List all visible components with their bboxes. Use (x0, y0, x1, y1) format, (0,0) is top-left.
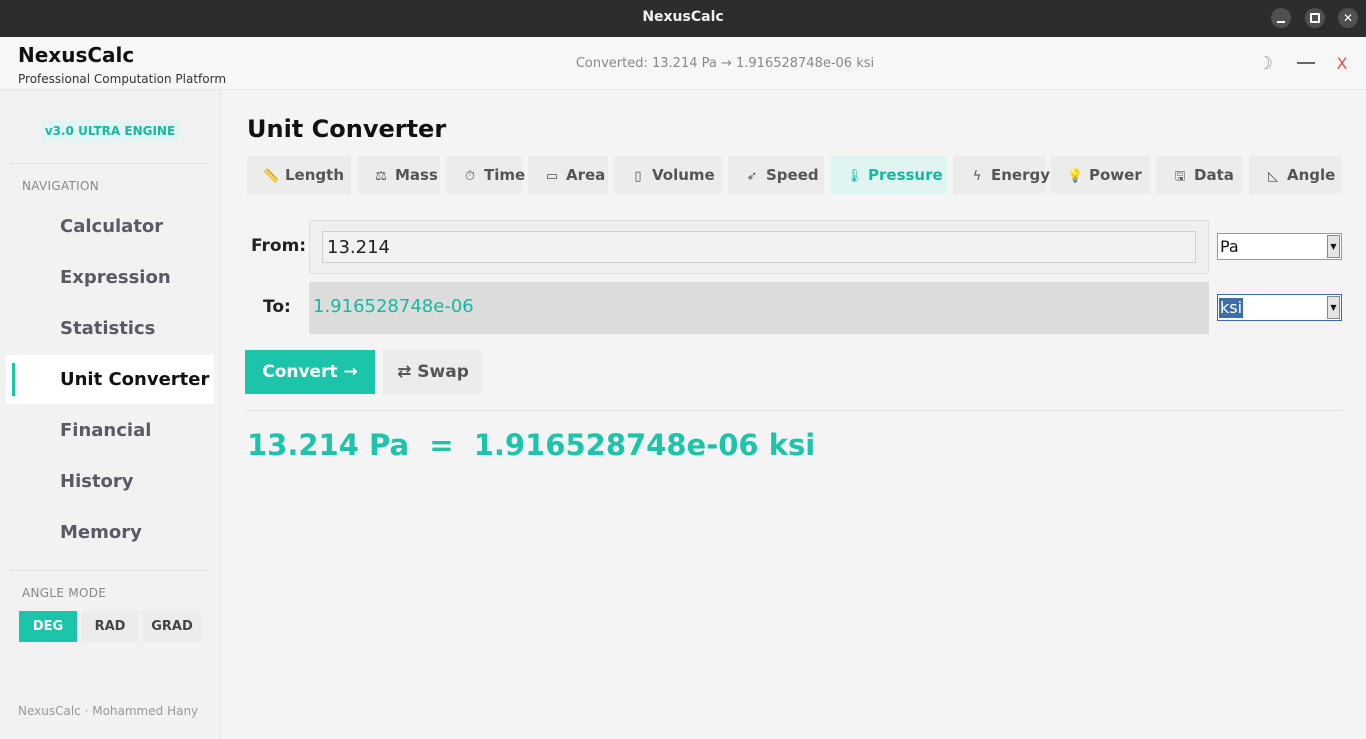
dropdown-arrow-icon: ▼ (1327, 235, 1340, 258)
sidebar: v3.0 ULTRA ENGINE NAVIGATION Calculator … (0, 90, 221, 739)
cup-icon: ▯ (634, 169, 642, 184)
tab-speed[interactable]: ➶ Speed (728, 156, 824, 194)
theme-toggle-moon-icon[interactable]: ☽ (1254, 53, 1276, 75)
close-window-button[interactable]: ✕ (1338, 8, 1358, 28)
maximize-icon (1310, 13, 1320, 23)
clock-icon: ⏱ (464, 169, 476, 184)
tab-label: Area (566, 166, 606, 184)
to-unit-value: ksi (1219, 298, 1244, 318)
tab-label: Mass (395, 166, 438, 184)
nav-item-statistics[interactable]: Statistics (6, 304, 214, 353)
tab-area[interactable]: ▭ Area (528, 156, 608, 194)
sidebar-divider (10, 163, 208, 164)
tab-label: Energy (991, 166, 1051, 184)
swap-button[interactable]: ⇄ Swap (383, 350, 483, 394)
thermometer-icon: 🌡 (846, 169, 863, 184)
minimize-icon (1277, 21, 1285, 23)
angle-mode-grad-button[interactable]: GRAD (143, 611, 201, 642)
to-value: 1.916528748e-06 (313, 296, 474, 317)
angle-mode-deg-button[interactable]: DEG (19, 611, 77, 642)
tab-label: Speed (766, 166, 819, 184)
tab-label: Pressure (868, 166, 943, 184)
from-field-frame (309, 220, 1209, 274)
app-tagline: Professional Computation Platform (18, 72, 227, 86)
os-titlebar: NexusCalc ✕ (0, 0, 1366, 37)
tab-length[interactable]: 📏 Length (247, 156, 351, 194)
tab-power[interactable]: 💡 Power (1051, 156, 1150, 194)
dropdown-arrow-icon: ▼ (1327, 296, 1340, 319)
tab-data[interactable]: 🖫 Data (1156, 156, 1243, 194)
tab-label: Volume (652, 166, 715, 184)
to-unit-select[interactable]: ksi ▼ (1217, 294, 1342, 321)
to-value-field: 1.916528748e-06 (309, 282, 1209, 334)
from-unit-select[interactable]: Pa ▼ (1217, 233, 1342, 260)
convert-button[interactable]: Convert → (245, 350, 375, 394)
tab-volume[interactable]: ▯ Volume (614, 156, 722, 194)
angle-icon: ◺ (1268, 169, 1278, 184)
sidebar-divider (10, 570, 208, 571)
tab-energy[interactable]: ϟ Energy (953, 156, 1050, 194)
rectangle-icon: ▭ (545, 169, 559, 184)
rocket-icon: ➶ (746, 169, 758, 184)
content-divider (245, 410, 1342, 411)
tab-angle[interactable]: ◺ Angle (1249, 156, 1341, 194)
tab-label: Power (1089, 166, 1142, 184)
main-panel: Unit Converter 📏 Length ⚖ Mass ⏱ Time ▭ Area… (221, 90, 1366, 739)
window-title: NexusCalc (642, 9, 724, 25)
minimize-window-button[interactable] (1271, 8, 1291, 28)
scale-icon: ⚖ (375, 169, 387, 184)
bulb-icon: 💡 (1067, 169, 1084, 184)
ruler-icon: 📏 (263, 169, 280, 184)
nav-item-unit-converter[interactable]: Unit Converter (6, 355, 214, 404)
nav-item-financial[interactable]: Financial (6, 406, 214, 455)
app-minimize-button[interactable] (1297, 62, 1315, 64)
tab-label: Angle (1287, 166, 1336, 184)
page-title: Unit Converter (247, 115, 447, 143)
navigation-heading: NAVIGATION (22, 179, 100, 193)
tab-label: Data (1194, 166, 1234, 184)
nav-item-expression[interactable]: Expression (6, 253, 214, 302)
angle-mode-heading: ANGLE MODE (22, 586, 107, 600)
app-header: NexusCalc Professional Computation Platf… (0, 37, 1366, 90)
tab-time[interactable]: ⏱ Time (446, 156, 526, 194)
to-label: To: (263, 297, 291, 317)
nav-item-history[interactable]: History (6, 457, 214, 506)
from-label: From: (251, 236, 307, 256)
maximize-window-button[interactable] (1305, 8, 1325, 28)
from-unit-value: Pa (1220, 237, 1239, 256)
nav-item-calculator[interactable]: Calculator (6, 202, 214, 251)
angle-mode-rad-button[interactable]: RAD (81, 611, 139, 642)
tab-pressure[interactable]: 🌡 Pressure (830, 156, 947, 194)
tab-mass[interactable]: ⚖ Mass (357, 156, 440, 194)
engine-version-badge: v3.0 ULTRA ENGINE (41, 120, 179, 142)
from-value-input[interactable] (322, 231, 1196, 263)
footer-credit: NexusCalc · Mohammed Hany (18, 704, 199, 718)
conversion-result: 13.214 Pa = 1.916528748e-06 ksi (247, 428, 816, 462)
nav-item-memory[interactable]: Memory (6, 508, 214, 557)
app-close-button[interactable]: X (1333, 53, 1351, 75)
status-message: Converted: 13.214 Pa → 1.916528748e-06 k… (575, 56, 875, 71)
tab-label: Time (484, 166, 526, 184)
close-icon: ✕ (1342, 11, 1354, 25)
tab-label: Length (285, 166, 344, 184)
bolt-icon: ϟ (972, 169, 982, 184)
floppy-icon: 🖫 (1174, 169, 1186, 184)
